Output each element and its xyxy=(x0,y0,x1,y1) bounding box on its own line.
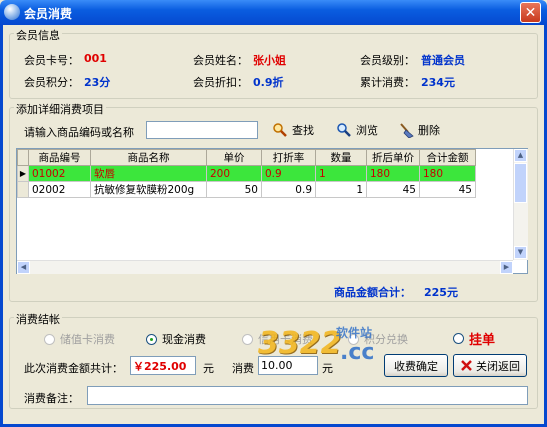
broom-icon xyxy=(400,123,414,138)
grid-cell[interactable]: 200 xyxy=(206,165,262,182)
radio-dot xyxy=(44,333,55,345)
member-name-value: 张小姐 xyxy=(253,54,286,67)
column-header[interactable]: 商品名称 xyxy=(90,149,207,166)
watermark-tag: 软件站 xyxy=(336,326,373,340)
grid-cell[interactable]: 50 xyxy=(206,181,262,198)
grid-cell[interactable]: 180 xyxy=(366,165,420,182)
grid-horizontal-scrollbar[interactable]: ◀ ▶ xyxy=(17,260,513,274)
title-bar[interactable] xyxy=(0,0,547,25)
close-x-icon xyxy=(461,360,472,371)
grid-cell[interactable]: 45 xyxy=(366,181,420,198)
watermark-number: 3322 xyxy=(258,326,342,361)
delete-button[interactable]: 删除 xyxy=(398,122,440,138)
delete-label: 删除 xyxy=(418,124,440,137)
total-spent-value: 234元 xyxy=(421,76,455,89)
column-header[interactable]: 数量 xyxy=(315,149,367,166)
items-table: 商品编号 商品名称 单价 打折率 数量 折后单价 合计金额 ▶ 01002 软唇… xyxy=(17,149,476,198)
confirm-payment-label: 收费确定 xyxy=(394,359,438,373)
scroll-right-arrow-icon[interactable]: ▶ xyxy=(500,261,513,274)
grid-cell[interactable]: 抗敏修复软膜粉200g xyxy=(90,181,207,198)
radio-label: 储值卡消费 xyxy=(60,333,115,346)
magnifier-icon xyxy=(273,123,287,137)
find-button[interactable]: 查找 xyxy=(272,122,314,138)
amount-unit: 元 xyxy=(203,362,214,375)
grid-cell[interactable]: 0.9 xyxy=(261,165,316,182)
grid-cell[interactable]: 0.9 xyxy=(261,181,316,198)
grid-cell[interactable]: 180 xyxy=(419,165,476,182)
row-marker xyxy=(17,181,29,198)
items-grid[interactable]: 商品编号 商品名称 单价 打折率 数量 折后单价 合计金额 ▶ 01002 软唇… xyxy=(16,148,528,274)
radio-on-account[interactable]: 挂单 xyxy=(453,329,495,348)
remark-field[interactable] xyxy=(87,386,528,405)
radio-dot xyxy=(146,333,157,345)
app-icon xyxy=(4,4,20,20)
column-header[interactable]: 商品编号 xyxy=(28,149,91,166)
window-close-button[interactable]: ✕ xyxy=(520,2,541,23)
column-header[interactable]: 单价 xyxy=(206,149,262,166)
received-label: 消费 xyxy=(232,362,254,375)
close-return-label: 关闭返回 xyxy=(476,359,520,373)
scroll-up-arrow-icon[interactable]: ▲ xyxy=(514,149,527,162)
find-label: 查找 xyxy=(292,124,314,137)
search-label: 请输入商品编码或名称 xyxy=(24,126,134,139)
total-spent-label: 累计消费： xyxy=(360,76,415,89)
checkout-legend: 消费结帐 xyxy=(14,311,62,327)
confirm-payment-button[interactable]: 收费确定 xyxy=(384,354,448,377)
browse-icon xyxy=(337,123,351,137)
browse-button[interactable]: 浏览 xyxy=(336,122,378,138)
discount-label: 会员折扣： xyxy=(193,76,248,89)
search-input[interactable] xyxy=(146,121,258,139)
column-header[interactable]: 折后单价 xyxy=(366,149,420,166)
goods-total-label: 商品金额合计： xyxy=(334,286,411,299)
member-level-label: 会员级别： xyxy=(360,54,415,67)
watermark-domain: .cc xyxy=(340,340,375,365)
remark-label: 消费备注： xyxy=(24,392,79,405)
column-header[interactable]: 合计金额 xyxy=(419,149,476,166)
scroll-left-arrow-icon[interactable]: ◀ xyxy=(17,261,30,274)
browse-label: 浏览 xyxy=(356,124,378,137)
grid-cell[interactable]: 01002 xyxy=(28,165,91,182)
grid-cell[interactable]: 1 xyxy=(315,165,367,182)
table-row[interactable]: ▶ 01002 软唇 200 0.9 1 180 180 xyxy=(17,165,476,182)
table-row[interactable]: 02002 抗敏修复软膜粉200g 50 0.9 1 45 45 xyxy=(17,181,476,198)
grid-header-row: 商品编号 商品名称 单价 打折率 数量 折后单价 合计金额 xyxy=(17,149,476,166)
amount-label: 此次消费金额共计： xyxy=(24,362,123,375)
radio-label: 现金消费 xyxy=(162,333,206,346)
close-return-button[interactable]: 关闭返回 xyxy=(453,354,527,377)
amount-field[interactable] xyxy=(130,356,196,375)
grid-cell[interactable]: 45 xyxy=(419,181,476,198)
radio-dot xyxy=(242,333,253,345)
grid-cell[interactable]: 1 xyxy=(315,181,367,198)
member-info-legend: 会员信息 xyxy=(14,27,62,43)
radio-label: 挂单 xyxy=(469,333,496,348)
member-name-label: 会员姓名： xyxy=(193,54,248,67)
goods-total-value: 225元 xyxy=(424,286,458,299)
grid-cell[interactable]: 软唇 xyxy=(90,165,207,182)
scroll-down-arrow-icon[interactable]: ▼ xyxy=(514,246,527,259)
add-items-legend: 添加详细消费项目 xyxy=(14,101,106,117)
discount-value: 0.9折 xyxy=(253,76,284,89)
points-value: 23分 xyxy=(84,76,111,89)
radio-stored-card[interactable]: 储值卡消费 xyxy=(44,331,115,347)
card-no-label: 会员卡号： xyxy=(24,54,79,67)
member-level-value: 普通会员 xyxy=(421,54,465,67)
row-marker: ▶ xyxy=(17,165,29,182)
column-header[interactable]: 打折率 xyxy=(261,149,316,166)
points-label: 会员积分： xyxy=(24,76,79,89)
window-title: 会员消费 xyxy=(24,7,73,21)
card-no-value: 001 xyxy=(84,52,107,65)
vertical-scroll-thumb[interactable] xyxy=(514,163,527,203)
radio-dot xyxy=(453,333,464,344)
row-marker-header xyxy=(17,149,29,166)
radio-cash[interactable]: 现金消费 xyxy=(146,331,206,347)
grid-cell[interactable]: 02002 xyxy=(28,181,91,198)
grid-vertical-scrollbar[interactable]: ▲ ▼ xyxy=(513,149,528,260)
received-unit: 元 xyxy=(322,362,333,375)
